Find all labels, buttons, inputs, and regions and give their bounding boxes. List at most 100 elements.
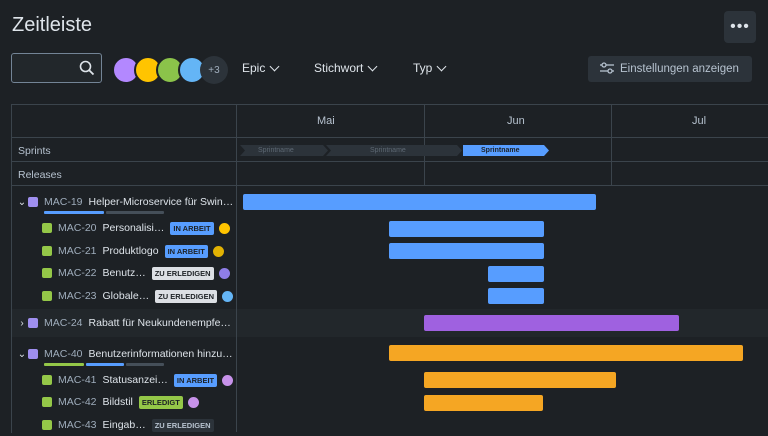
epic-row[interactable]: ⌄ MAC-19 Helper-Microservice für Swin… [12,191,236,213]
status-badge[interactable]: IN ARBEIT [170,221,214,235]
issue-row[interactable]: MAC-22 Benutz… ZU ERLEDIGEN [12,262,236,284]
divider [12,137,768,138]
sliders-icon [600,61,614,77]
issue-summary[interactable]: Globale… [103,290,150,302]
avatar[interactable] [212,245,224,257]
issue-key[interactable]: MAC-40 [44,348,83,360]
search-field[interactable] [11,53,102,84]
issue-summary[interactable]: Benutz… [103,267,146,279]
issue-key[interactable]: MAC-42 [58,396,97,408]
issue-summary[interactable]: Benutzerinformationen hinzu… [89,348,233,360]
divider [12,161,768,162]
story-icon [42,223,52,233]
sprint-marker[interactable]: Sprintname [240,145,328,156]
month-label: Jul [692,115,707,127]
issue-key[interactable]: MAC-24 [44,317,83,329]
epic-progress-bar [44,211,104,214]
chevron-right-icon[interactable]: › [16,318,28,329]
avatar[interactable] [218,222,230,234]
timeline-bar[interactable] [488,288,544,304]
story-icon [42,246,52,256]
issue-key[interactable]: MAC-20 [58,222,97,234]
issue-row[interactable]: MAC-23 Globale… ZU ERLEDIGEN [12,285,236,307]
epic-icon [28,318,38,328]
issue-summary[interactable]: Eingab… [103,419,146,431]
issue-row[interactable]: MAC-20 Personalisi… IN ARBEIT [12,217,236,239]
status-badge[interactable]: ZU ERLEDIGEN [151,266,214,280]
timeline-bar[interactable] [243,194,596,210]
sprints-row-label: Sprints [18,145,51,157]
epic-icon [28,349,38,359]
sprint-marker[interactable]: Sprintname [326,145,462,156]
avatar[interactable] [222,290,234,302]
issue-summary[interactable]: Bildstil [103,396,133,408]
issue-row[interactable]: MAC-43 Eingab… ZU ERLEDIGEN [12,414,236,436]
story-icon [42,375,52,385]
avatar[interactable] [222,374,234,386]
epic-progress-bar [86,363,124,366]
chevron-down-icon [269,61,280,72]
chevron-down-icon[interactable]: ⌄ [16,349,28,360]
story-icon [42,397,52,407]
view-settings-button[interactable]: Einstellungen anzeigen [588,56,752,82]
view-settings-label: Einstellungen anzeigen [620,63,739,75]
epic-progress-bar [106,211,164,214]
issue-key[interactable]: MAC-41 [58,374,97,386]
epic-progress-bar [126,363,164,366]
issue-row[interactable]: MAC-41 Statusanzei… IN ARBEIT [12,369,236,391]
issue-row[interactable]: MAC-21 Produktlogo IN ARBEIT [12,240,236,262]
epic-filter-label: Epic [242,61,266,75]
issue-row[interactable]: MAC-42 Bildstil ERLEDIGT [12,391,236,413]
search-input[interactable] [12,54,84,84]
epic-filter[interactable]: Epic [242,61,280,75]
story-icon [42,291,52,301]
issue-summary[interactable]: Helper-Microservice für Swin… [89,196,234,208]
timeline-bar[interactable] [424,315,679,331]
status-badge[interactable]: ZU ERLEDIGEN [151,418,214,432]
chevron-down-icon [367,61,378,72]
search-icon[interactable] [79,60,95,81]
epic-progress-bar [44,363,84,366]
label-filter[interactable]: Stichwort [314,61,378,75]
month-label: Mai [317,115,335,127]
epic-row[interactable]: › MAC-24 Rabatt für Neukundenempfe… [12,312,236,334]
timeline-bar[interactable] [424,395,543,411]
status-badge[interactable]: IN ARBEIT [164,244,208,258]
issue-key[interactable]: MAC-43 [58,419,97,431]
issue-key[interactable]: MAC-23 [58,290,97,302]
type-filter[interactable]: Typ [413,61,447,75]
timeline-bar[interactable] [389,221,544,237]
chevron-down-icon [436,61,447,72]
type-filter-label: Typ [413,61,433,75]
page-title: Zeitleiste [12,14,93,36]
divider [611,104,612,185]
releases-row-label: Releases [18,169,62,181]
issue-summary[interactable]: Rabatt für Neukundenempfe… [89,317,231,329]
avatar[interactable] [187,396,199,408]
story-icon [42,268,52,278]
chevron-down-icon[interactable]: ⌄ [16,197,28,208]
status-badge[interactable]: IN ARBEIT [173,373,218,387]
timeline-bar[interactable] [389,243,544,259]
more-avatars-button[interactable]: +3 [200,56,228,84]
timeline-bar[interactable] [389,345,743,361]
issue-key[interactable]: MAC-21 [58,245,97,257]
timeline-bar[interactable] [488,266,544,282]
divider [424,104,425,185]
month-label: Jun [507,115,525,127]
issue-key[interactable]: MAC-19 [44,196,83,208]
more-actions-button[interactable]: ••• [724,11,756,43]
issue-key[interactable]: MAC-22 [58,267,97,279]
issue-summary[interactable]: Statusanzei… [103,374,168,386]
issue-summary[interactable]: Personalisi… [103,222,165,234]
status-badge[interactable]: ERLEDIGT [138,395,183,409]
timeline-bar[interactable] [424,372,616,388]
epic-row[interactable]: ⌄ MAC-40 Benutzerinformationen hinzu… [12,343,236,365]
avatar[interactable] [218,267,230,279]
label-filter-label: Stichwort [314,61,364,75]
story-icon [42,420,52,430]
epic-icon [28,197,38,207]
status-badge[interactable]: ZU ERLEDIGEN [155,289,218,303]
sprint-marker[interactable]: Sprintname [463,145,549,156]
issue-summary[interactable]: Produktlogo [103,245,159,257]
